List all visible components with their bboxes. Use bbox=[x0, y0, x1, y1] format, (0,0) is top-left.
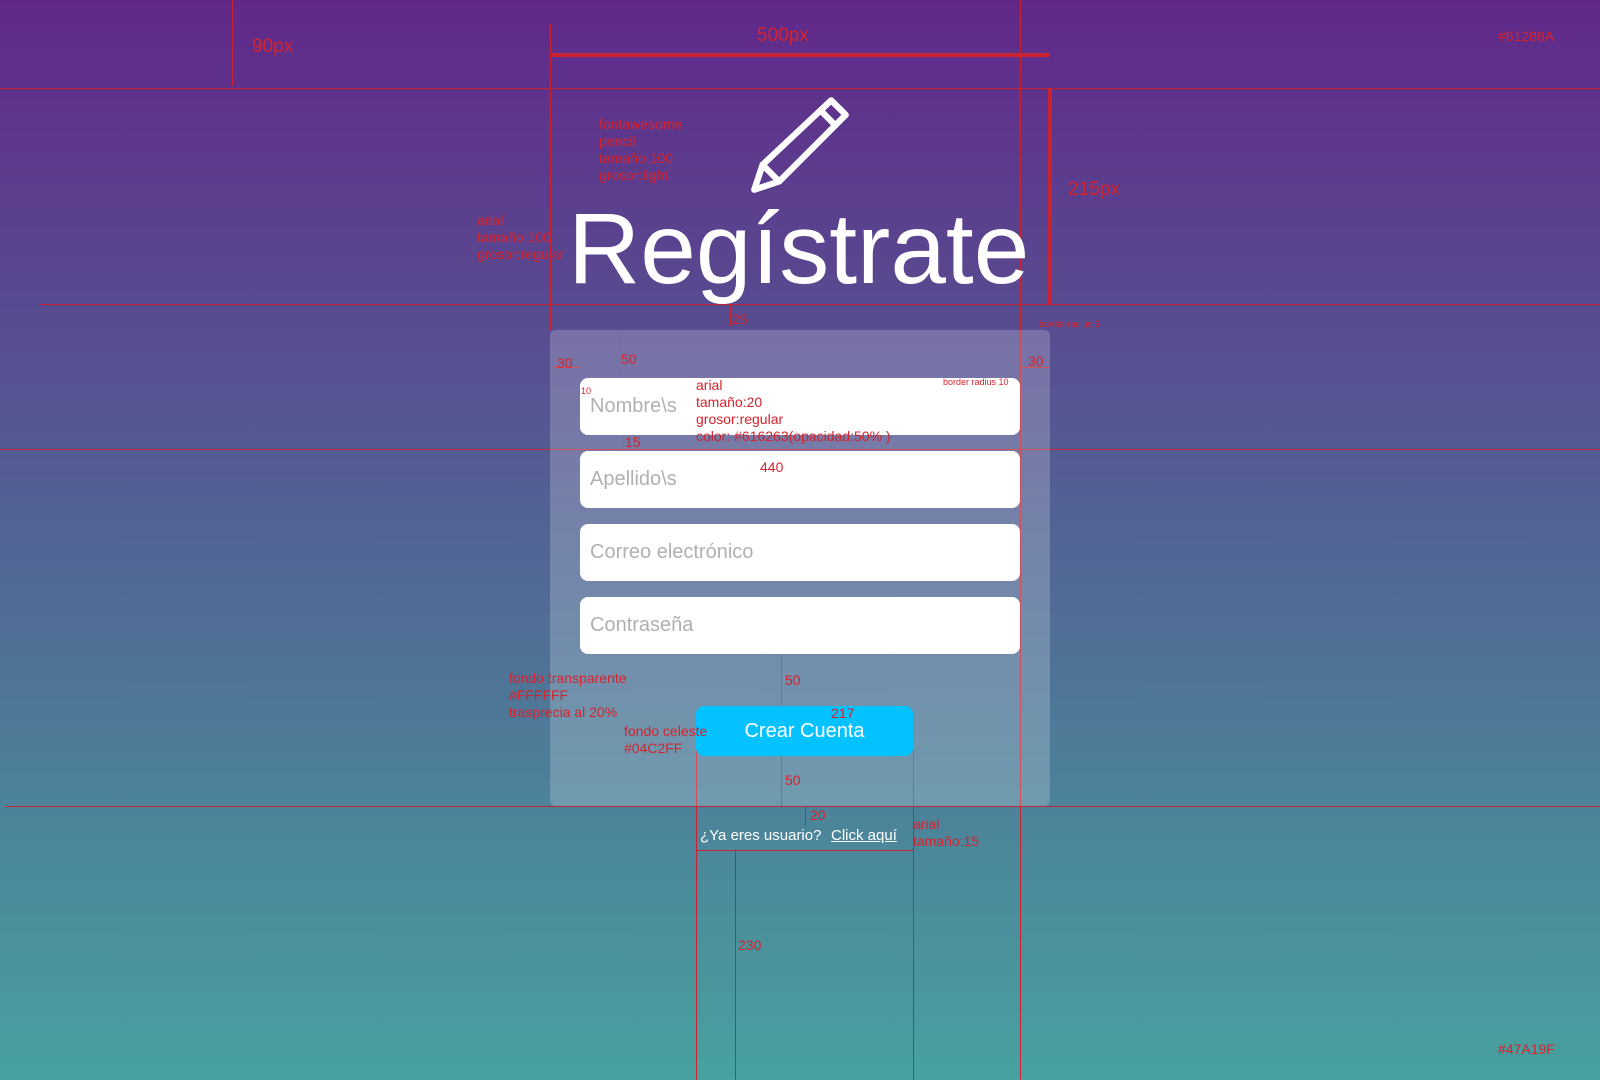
guide-line bbox=[0, 88, 1600, 89]
annotation-line: tamaño:100 bbox=[599, 150, 673, 166]
annotation-line: pencil bbox=[599, 133, 636, 149]
last-name-field[interactable]: Apellido\s bbox=[580, 451, 1020, 508]
bottom-gap-annotation: 230 bbox=[738, 937, 762, 953]
pencil-icon bbox=[751, 97, 849, 193]
annotation-line: arial bbox=[477, 212, 504, 228]
login-link[interactable]: Click aquí bbox=[831, 827, 897, 844]
annotation-line: tamaño:15 bbox=[913, 833, 980, 849]
field-padding-annotation: 10 bbox=[581, 386, 592, 396]
button-bottom-gap-annotation: 50 bbox=[785, 772, 801, 788]
icon-spec-annotation: fontawesome pencil tamaño:100 grosor:lig… bbox=[599, 116, 682, 184]
color-bottom-annotation: #47A19F bbox=[1498, 1041, 1555, 1057]
footer-spec-annotation: arial tamaño:15 bbox=[913, 816, 979, 850]
field-spec-annotation: arial tamaño:20 grosor:regular color: #6… bbox=[696, 377, 891, 445]
guide-line bbox=[735, 850, 736, 1080]
dimension-bar-500 bbox=[550, 53, 1050, 57]
button-gap-annotation: 50 bbox=[785, 672, 801, 688]
annotation-line: tamaño:20 bbox=[696, 394, 763, 410]
guide-line bbox=[5, 806, 1600, 807]
gap-annotation: 25 bbox=[732, 311, 748, 327]
annotation-line: tamaño:100 bbox=[477, 229, 551, 245]
card-background-annotation: fondo transparente #FFFFFF trasprecia al… bbox=[509, 670, 627, 721]
title-spec-annotation: arial tamaño:100 grosor:regular bbox=[477, 212, 564, 263]
height-annotation: 215px bbox=[1068, 179, 1120, 200]
left-padding-annotation: 30 bbox=[557, 355, 573, 371]
annotation-line: #FFFFFF bbox=[509, 687, 569, 703]
width-annotation: 500px bbox=[757, 25, 809, 46]
annotation-line: grosor:light bbox=[599, 167, 669, 183]
annotation-line: fondo celeste bbox=[624, 723, 708, 739]
right-padding-annotation: 30 bbox=[1028, 353, 1044, 369]
annotation-line: grosor:regular bbox=[477, 246, 565, 262]
annotation-line: fondo transparente bbox=[509, 670, 627, 686]
color-top-annotation: #61288A bbox=[1498, 28, 1555, 44]
annotation-line: grosor:regular bbox=[696, 411, 784, 427]
footer-gap-annotation: 20 bbox=[810, 807, 826, 823]
annotation-line: fontawesome bbox=[599, 116, 683, 132]
annotation-line: color: #616263(opacidad:50% ) bbox=[696, 428, 891, 444]
guide-line bbox=[805, 806, 806, 826]
guide-line bbox=[232, 0, 233, 86]
page-title: Regístrate bbox=[568, 193, 1030, 305]
create-account-button[interactable]: Crear Cuenta bbox=[696, 706, 913, 756]
password-field[interactable]: Contraseña bbox=[580, 597, 1020, 654]
top-padding-annotation: 50 bbox=[621, 351, 637, 367]
dimension-bar-215 bbox=[1048, 88, 1052, 304]
left-spacing-annotation: 90px bbox=[252, 36, 294, 57]
annotation-line: arial bbox=[696, 377, 723, 393]
card-radius-annotation: border radius 6 bbox=[1039, 319, 1100, 329]
field-width-annotation: 440 bbox=[760, 459, 784, 475]
annotation-line: trasprecia al 20% bbox=[509, 704, 618, 720]
field-radius-annotation: border radius 10 bbox=[943, 377, 1009, 387]
already-user-text: ¿Ya eres usuario? bbox=[700, 827, 822, 844]
button-width-annotation: 217 bbox=[831, 705, 855, 721]
email-field[interactable]: Correo electrónico bbox=[580, 524, 1020, 581]
guide-line bbox=[696, 850, 913, 851]
annotation-line: #04C2FF bbox=[624, 740, 683, 756]
button-background-annotation: fondo celeste #04C2FF bbox=[624, 723, 707, 757]
guide-line bbox=[730, 304, 731, 326]
annotation-line: arial bbox=[913, 816, 940, 832]
guide-line bbox=[550, 24, 551, 330]
field-gap-annotation: 15 bbox=[625, 434, 641, 450]
